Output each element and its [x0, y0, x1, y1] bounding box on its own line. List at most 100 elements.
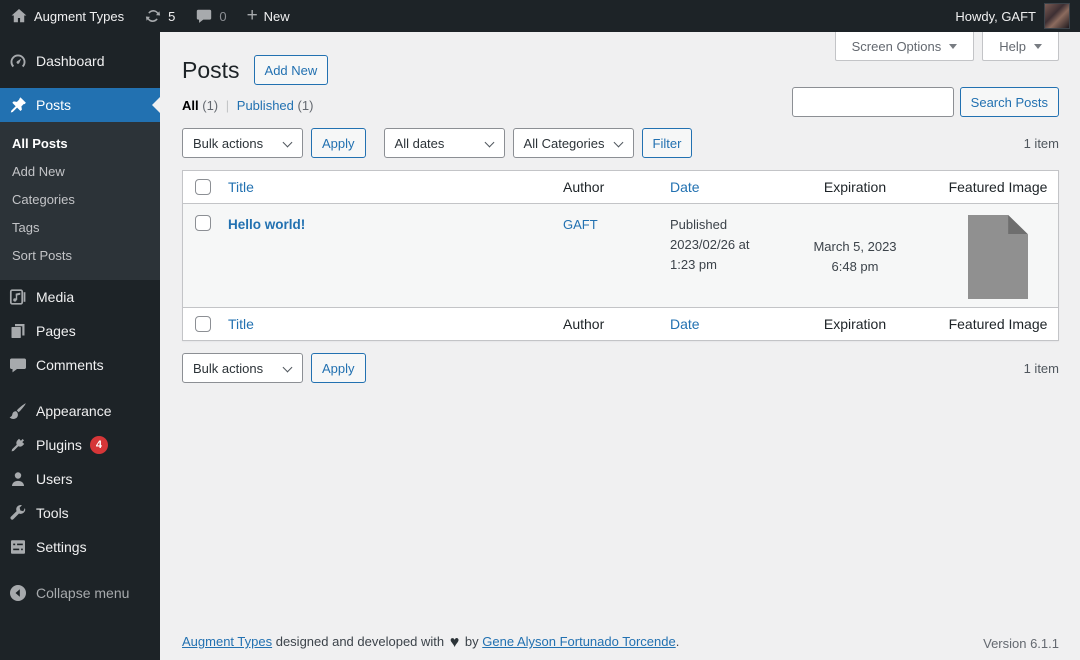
sidebar-item-settings[interactable]: Settings [0, 530, 160, 564]
footer-author-link[interactable]: Gene Alyson Fortunado Torcende [482, 634, 675, 649]
post-title-link[interactable]: Hello world! [228, 215, 305, 236]
help-button[interactable]: Help [982, 32, 1059, 61]
sidebar-item-label: Media [36, 289, 75, 305]
add-new-button[interactable]: Add New [253, 55, 329, 85]
footer-credit: Augment Types designed and developed wit… [182, 634, 679, 652]
top-toolbar: Bulk actions Apply All dates All Categor… [182, 128, 1059, 158]
table-header-row: Title Author Date Expiration Featured Im… [183, 171, 1058, 204]
comments-menu[interactable]: 0 [185, 0, 236, 32]
column-footer-date[interactable]: Date [670, 316, 700, 332]
new-label: New [263, 8, 290, 24]
heart-icon: ♥ [449, 634, 460, 651]
pushpin-icon [8, 95, 28, 115]
howdy-text: Howdy, GAFT [955, 8, 1036, 24]
view-all-link[interactable]: All [182, 98, 199, 113]
apply-button[interactable]: Apply [311, 128, 366, 158]
comment-icon [195, 7, 213, 25]
updates-menu[interactable]: 5 [134, 0, 185, 32]
site-menu[interactable]: Augment Types [0, 0, 134, 32]
column-footer-author: Author [563, 316, 605, 332]
sidebar-item-tools[interactable]: Tools [0, 496, 160, 530]
plugins-update-badge: 4 [89, 436, 108, 454]
select-all-checkbox[interactable] [195, 179, 211, 195]
search-posts-button[interactable]: Search Posts [959, 87, 1059, 117]
filter-button[interactable]: Filter [641, 128, 693, 158]
bottom-toolbar: Bulk actions Apply 1 item [182, 353, 1059, 383]
column-footer-title[interactable]: Title [228, 316, 254, 332]
collapse-menu-button[interactable]: Collapse menu [0, 576, 160, 610]
submenu-item-all-posts[interactable]: All Posts [0, 130, 160, 158]
featured-image-placeholder-icon [968, 215, 1028, 299]
sidebar-item-label: Dashboard [36, 53, 105, 69]
date-filter-select[interactable]: All dates [383, 128, 505, 158]
column-header-featured-image: Featured Image [948, 179, 1048, 195]
comments-icon [8, 355, 28, 375]
category-filter-select[interactable]: All Categories [512, 128, 634, 158]
submenu-item-categories[interactable]: Categories [0, 186, 160, 214]
arrow-down-icon [949, 44, 958, 53]
view-published-count: (1) [297, 98, 314, 113]
bulk-actions-select[interactable]: Bulk actions [182, 128, 303, 158]
admin-bar-right: Howdy, GAFT [945, 0, 1080, 32]
post-status: Published [670, 217, 728, 232]
submenu-item-tags[interactable]: Tags [0, 214, 160, 242]
update-icon [144, 7, 162, 25]
expiration-date: March 5, 2023 [813, 238, 897, 254]
sidebar-item-label: Users [36, 471, 73, 487]
sidebar-item-plugins[interactable]: Plugins 4 [0, 428, 160, 462]
sidebar-item-users[interactable]: Users [0, 462, 160, 496]
sidebar-item-appearance[interactable]: Appearance [0, 394, 160, 428]
column-header-title[interactable]: Title [228, 179, 254, 195]
new-content-menu[interactable]: + New [237, 0, 300, 32]
sidebar-item-posts[interactable]: Posts [0, 88, 160, 122]
site-name: Augment Types [34, 8, 125, 24]
column-header-date[interactable]: Date [670, 179, 700, 195]
post-date: 2023/02/26 at [670, 237, 750, 253]
screen-options-button[interactable]: Screen Options [834, 32, 975, 61]
collapse-menu-label: Collapse menu [36, 585, 130, 601]
post-author-link[interactable]: GAFT [563, 215, 598, 235]
settings-icon [8, 537, 28, 557]
select-all-checkbox[interactable] [195, 316, 211, 332]
sidebar-item-label: Pages [36, 323, 76, 339]
post-expiration-cell: March 5, 2023 6:48 pm [772, 204, 938, 307]
sidebar-item-label: Comments [36, 357, 104, 373]
row-checkbox[interactable] [195, 215, 211, 231]
admin-footer: Augment Types designed and developed wit… [182, 634, 1059, 652]
submenu-item-sort-posts[interactable]: Sort Posts [0, 242, 160, 270]
submenu-item-add-new[interactable]: Add New [0, 158, 160, 186]
footer-credit-text: designed and developed with [275, 634, 445, 649]
sidebar-item-label: Tools [36, 505, 69, 521]
footer-by-text: by [464, 634, 479, 649]
column-header-author: Author [563, 179, 605, 195]
sidebar-item-dashboard[interactable]: Dashboard [0, 44, 160, 78]
sidebar-item-comments[interactable]: Comments [0, 348, 160, 382]
user-icon [8, 469, 28, 489]
apply-button-bottom[interactable]: Apply [311, 353, 366, 383]
view-all-count: (1) [202, 98, 219, 113]
sidebar-item-label: Posts [36, 97, 72, 113]
sidebar-item-media[interactable]: Media [0, 280, 160, 314]
footer-theme-link[interactable]: Augment Types [182, 634, 272, 649]
main-content: Screen Options Help Posts Add New All (1… [160, 32, 1080, 660]
bulk-actions-value: Bulk actions [193, 135, 264, 151]
item-count: 1 item [1023, 135, 1059, 151]
help-label: Help [999, 38, 1026, 54]
admin-menu: Dashboard Posts All Posts Add New Catego… [0, 32, 160, 660]
my-account-menu[interactable]: Howdy, GAFT [945, 0, 1080, 32]
plus-icon: + [246, 4, 258, 26]
bulk-actions-select-bottom[interactable]: Bulk actions [182, 353, 303, 383]
posts-submenu: All Posts Add New Categories Tags Sort P… [0, 122, 160, 280]
column-footer-expiration: Expiration [823, 316, 887, 332]
view-published-link[interactable]: Published [237, 98, 294, 113]
sidebar-item-label: Appearance [36, 403, 112, 419]
item-count-bottom: 1 item [1023, 360, 1059, 376]
page-title: Posts [182, 57, 240, 83]
search-input[interactable] [791, 87, 954, 117]
category-filter-value: All Categories [523, 135, 605, 151]
sidebar-item-pages[interactable]: Pages [0, 314, 160, 348]
home-icon [10, 7, 28, 25]
sidebar-item-label: Plugins [36, 437, 82, 453]
post-date-cell: Published 2023/02/26 at 1:23 pm [660, 204, 772, 307]
admin-bar-left: Augment Types 5 0 + New [0, 0, 300, 32]
